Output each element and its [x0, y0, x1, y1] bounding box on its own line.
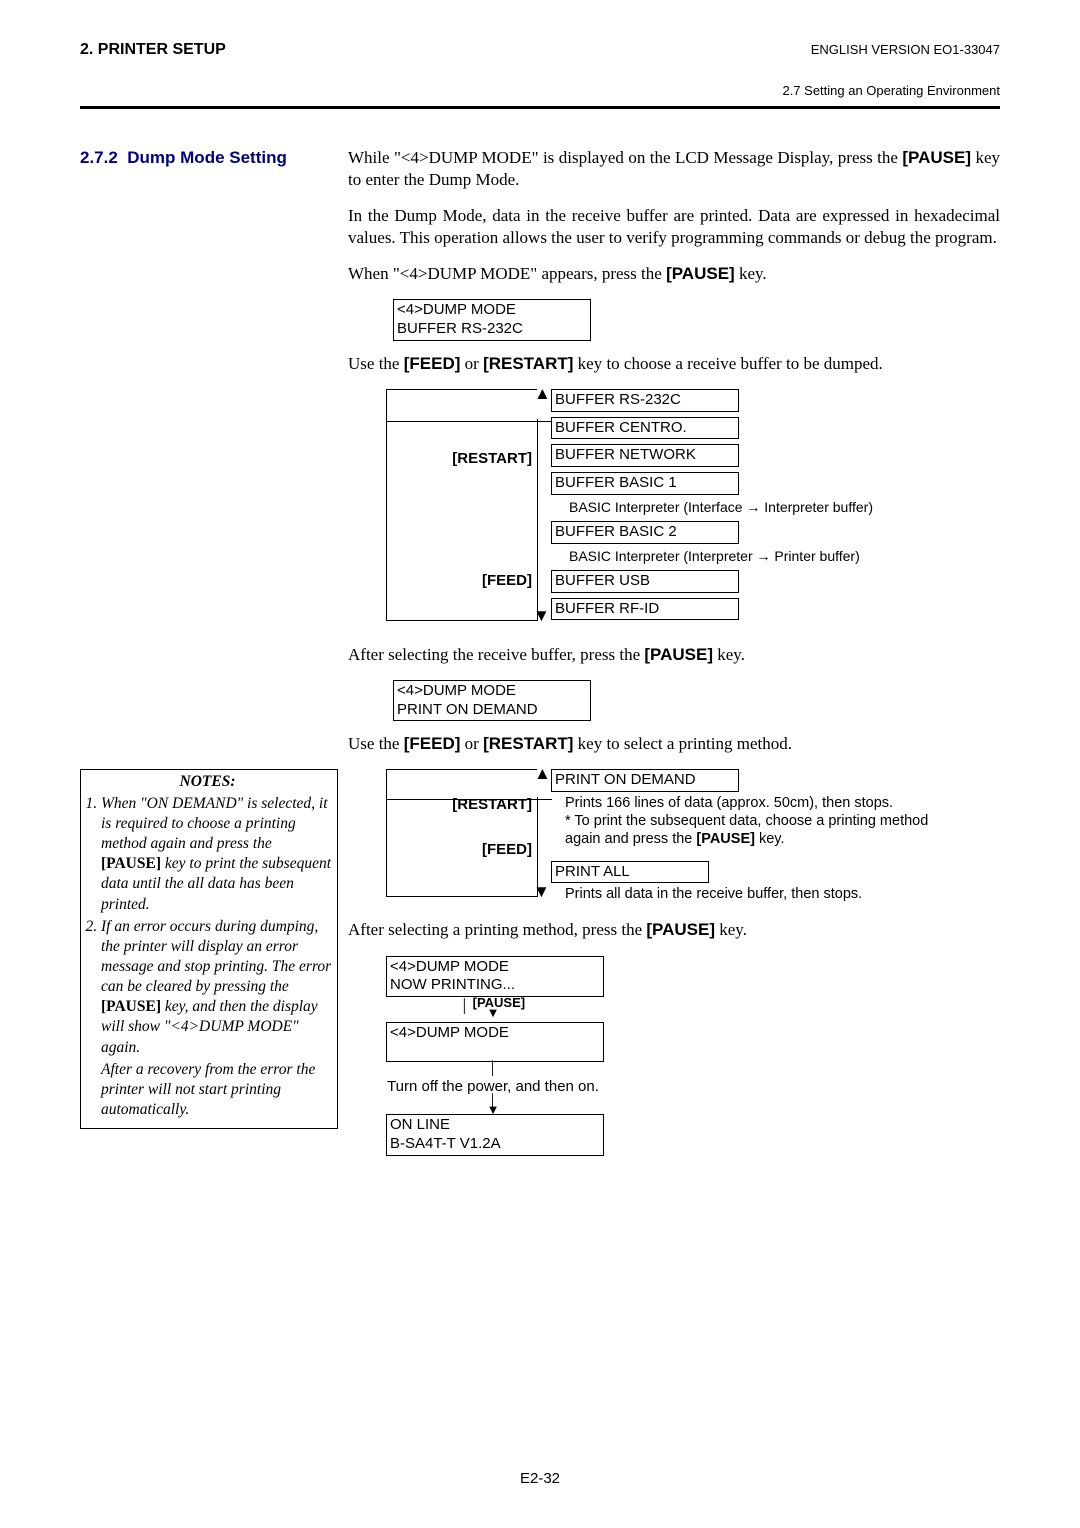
- print-option-on-demand: PRINT ON DEMAND: [551, 769, 739, 792]
- buffer-option-basic1: BUFFER BASIC 1: [551, 472, 739, 495]
- pause-label: │ [PAUSE] ▼: [386, 995, 600, 1022]
- header-version: ENGLISH VERSION EO1-33047: [811, 42, 1000, 59]
- buffer-option-rs232c: BUFFER RS-232C: [551, 389, 739, 412]
- buffer-option-network: BUFFER NETWORK: [551, 444, 739, 467]
- lcd-now-printing: <4>DUMP MODE NOW PRINTING...: [386, 956, 604, 998]
- buffer-option-rfid: BUFFER RF-ID: [551, 598, 739, 621]
- paragraph-intro-1: While "<4>DUMP MODE" is displayed on the…: [348, 147, 1000, 191]
- notes-item-2: If an error occurs during dumping, the p…: [101, 917, 332, 1120]
- paragraph-step-1: When "<4>DUMP MODE" appears, press the […: [348, 263, 1000, 285]
- feed-label-2: [FEED]: [482, 840, 532, 860]
- notes-item-1: When "ON DEMAND" is selected, it is requ…: [101, 794, 332, 915]
- page-header: 2. PRINTER SETUP ENGLISH VERSION EO1-330…: [80, 40, 1000, 61]
- print-option-all: PRINT ALL: [551, 861, 709, 884]
- annotation-on-demand: Prints 166 lines of data (approx. 50cm),…: [565, 794, 965, 848]
- header-chapter: 2. PRINTER SETUP: [80, 40, 226, 61]
- lcd-display-print-on-demand: <4>DUMP MODE PRINT ON DEMAND: [393, 680, 591, 722]
- header-section-path: 2.7 Setting an Operating Environment: [80, 83, 1000, 100]
- restart-label: [RESTART]: [452, 449, 532, 469]
- paragraph-step-2: Use the [FEED] or [RESTART] key to choos…: [348, 353, 1000, 375]
- buffer-options-diagram: ▲ ▼ [RESTART] [FEED] BUFFER RS-232C BUFF…: [386, 389, 1000, 644]
- feed-label: [FEED]: [482, 571, 532, 591]
- final-flow: <4>DUMP MODE NOW PRINTING... │ [PAUSE] ▼…: [386, 956, 1000, 1156]
- print-method-diagram: ▲ ▼ [RESTART] [FEED] PRINT ON DEMAND Pri…: [386, 769, 1000, 919]
- paragraph-step-4: Use the [FEED] or [RESTART] key to selec…: [348, 733, 1000, 755]
- lcd-dump-mode-blank: <4>DUMP MODE: [386, 1022, 604, 1062]
- notes-title: NOTES:: [83, 772, 332, 792]
- section-title: Dump Mode Setting: [127, 148, 287, 167]
- annotation-basic1: BASIC Interpreter (Interface → Interpret…: [569, 498, 873, 516]
- buffer-option-usb: BUFFER USB: [551, 570, 739, 593]
- section-number: 2.7.2: [80, 148, 118, 167]
- restart-label-2: [RESTART]: [452, 795, 532, 815]
- lcd-display-dump-mode: <4>DUMP MODE BUFFER RS-232C: [393, 299, 591, 341]
- paragraph-intro-2: In the Dump Mode, data in the receive bu…: [348, 205, 1000, 249]
- notes-box: NOTES: When "ON DEMAND" is selected, it …: [80, 769, 338, 1129]
- annotation-all: Prints all data in the receive buffer, t…: [565, 885, 965, 903]
- buffer-option-basic2: BUFFER BASIC 2: [551, 521, 739, 544]
- paragraph-step-5: After selecting a printing method, press…: [348, 919, 1000, 941]
- buffer-option-centro: BUFFER CENTRO.: [551, 417, 739, 440]
- page-footer: E2-32: [0, 1469, 1080, 1489]
- lcd-online: ON LINE B-SA4T-T V1.2A: [386, 1114, 604, 1156]
- paragraph-step-3: After selecting the receive buffer, pres…: [348, 644, 1000, 666]
- section-heading: 2.7.2 Dump Mode Setting: [80, 147, 338, 169]
- annotation-basic2: BASIC Interpreter (Interpreter → Printer…: [569, 547, 873, 565]
- header-divider: [80, 106, 1000, 109]
